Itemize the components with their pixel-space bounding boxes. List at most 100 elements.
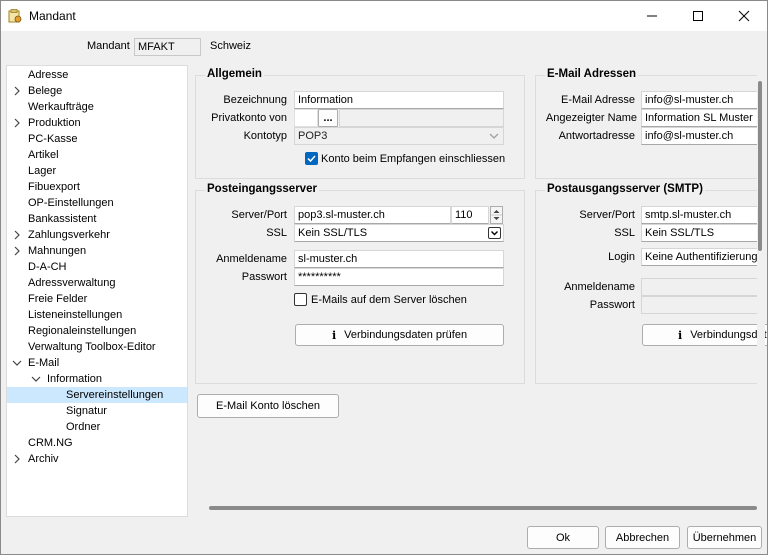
privatkonto-picker-button[interactable]: ... [318,109,338,127]
tree-item[interactable]: Fibuexport [28,179,80,195]
apply-button[interactable]: Übernehmen [687,526,762,549]
tree-item[interactable]: Belege [28,83,62,99]
tree-item[interactable]: D-A-CH [28,259,67,275]
postausgang-login-select[interactable]: Keine Authentifizierung [641,248,761,266]
tree-item[interactable]: Regionaleinstellungen [28,323,136,339]
chevron-right-icon[interactable] [12,451,22,467]
bezeichnung-input[interactable]: Information [294,91,504,109]
kontotyp-value: POP3 [298,130,328,142]
tree-item[interactable]: Produktion [28,115,81,131]
postausgang-anmeldename-input [641,278,761,296]
chevron-right-icon[interactable] [12,227,22,243]
postausgang-passwort-input [641,296,761,314]
vertical-scrollbar[interactable] [757,65,765,515]
window-title: Mandant [29,9,76,23]
tree-item[interactable]: Bankassistent [28,211,96,227]
loeschen-label: E-Mails auf dem Server löschen [311,294,467,306]
loeschen-checkbox[interactable] [294,293,307,306]
tree-item[interactable]: Freie Felder [28,291,87,307]
posteingang-pruefen-button[interactable]: i Verbindungsdaten prüfen [295,324,504,346]
posteingang-passwort-input[interactable]: ********** [294,268,504,286]
posteingang-title: Posteingangsserver [205,183,319,195]
tree-item[interactable]: Werkaufträge [28,99,94,115]
empfangen-checkbox[interactable] [305,152,318,165]
antwortadresse-label: Antwortadresse [558,130,635,142]
vertical-scrollbar-thumb[interactable] [758,81,762,251]
postausgang-server-label: Server/Port [579,209,635,221]
postausgang-ssl-select[interactable]: Kein SSL/TLS [641,224,761,242]
close-button[interactable] [721,1,767,31]
mandant-code-field: MFAKT [134,38,201,56]
info-icon: i [331,328,337,342]
posteingang-server-input[interactable]: pop3.sl-muster.ch [294,206,451,224]
port-spinner[interactable] [490,206,503,224]
chevron-right-icon[interactable] [12,243,22,259]
postausgang-passwort-label: Passwort [589,299,635,311]
privatkonto-label: Privatkonto von [211,112,287,124]
minimize-icon [647,15,657,17]
postausgang-title: Postausgangsserver (SMTP) [545,183,705,195]
spinner-arrows-icon [491,210,502,220]
posteingang-pruefen-label: Verbindungsdaten prüfen [344,329,468,341]
posteingang-anmeldename-input[interactable]: sl-muster.ch [294,250,504,268]
tree-item[interactable]: Lager [28,163,56,179]
checkmark-icon [307,155,316,163]
postausgang-server-input[interactable]: smtp.sl-muster.ch [641,206,761,224]
tree-item[interactable]: Servereinstellungen [66,387,163,403]
title-bar: Mandant [1,1,767,31]
posteingang-passwort-label: Passwort [241,271,287,283]
chevron-right-icon[interactable] [12,115,22,131]
tree-item[interactable]: Archiv [28,451,59,467]
bezeichnung-label: Bezeichnung [223,94,287,106]
postausgang-pruefen-button[interactable]: i Verbindungsdaten prüfen [642,324,767,346]
mandant-dialog: Mandant Mandant MFAKT Schweiz Adresse Bel… [0,0,768,555]
tree-item[interactable]: Listeneinstellungen [28,307,122,323]
tree-item[interactable]: Artikel [28,147,59,163]
posteingang-ssl-select[interactable]: Kein SSL/TLS [294,224,504,242]
kontotyp-select: POP3 [294,127,504,145]
cancel-button[interactable]: Abbrechen [605,526,680,549]
kontotyp-label: Kontotyp [243,130,287,142]
antwortadresse-input[interactable]: info@sl-muster.ch [641,127,761,145]
angezeigter-name-label: Angezeigter Name [545,112,637,124]
maximize-icon [693,11,703,21]
tree-item[interactable]: Signatur [66,403,107,419]
posteingang-server-label: Server/Port [231,209,287,221]
privatkonto-code[interactable] [294,109,318,127]
tree-item[interactable]: E-Mail [28,355,59,371]
horizontal-scrollbar-thumb[interactable] [209,506,757,510]
postausgang-login-label: Login [608,251,635,263]
chevron-down-icon[interactable] [12,355,22,371]
postausgang-anmeldename-label: Anmeldename [564,281,635,293]
tree-item[interactable]: Adresse [28,67,68,83]
settings-tree[interactable]: Adresse Belege Werkaufträge Produktion PC-Ka… [6,65,188,517]
tree-item[interactable]: Mahnungen [28,243,86,259]
maximize-button[interactable] [675,1,721,31]
tree-item[interactable]: Ordner [66,419,100,435]
ok-button[interactable]: Ok [527,526,599,549]
empfangen-label: Konto beim Empfangen einschliessen [321,153,506,165]
mandant-label: Mandant [87,40,130,52]
chevron-right-icon[interactable] [12,83,22,99]
tree-item[interactable]: Zahlungsverkehr [28,227,110,243]
mandant-name: Schweiz [210,40,251,52]
posteingang-ssl-label: SSL [266,227,287,239]
delete-account-button[interactable]: E-Mail Konto löschen [197,394,339,418]
minimize-button[interactable] [629,1,675,31]
tree-item[interactable]: Information [47,371,102,387]
chevron-down-icon[interactable] [31,371,41,387]
tree-item[interactable]: Verwaltung Toolbox-Editor [28,339,156,355]
posteingang-port-input[interactable]: 110 [451,206,489,224]
ssl-dropdown-button[interactable] [488,227,501,239]
tree-item[interactable]: CRM.NG [28,435,73,451]
email-adresse-input[interactable]: info@sl-muster.ch [641,91,761,109]
email-adresse-label: E-Mail Adresse [561,94,635,106]
chevron-down-icon [489,133,499,139]
tree-item[interactable]: OP-Einstellungen [28,195,114,211]
app-icon [8,9,22,23]
tree-item[interactable]: PC-Kasse [28,131,78,147]
postausgang-login-value: Keine Authentifizierung [645,251,758,263]
email-adressen-title: E-Mail Adressen [545,68,639,80]
angezeigter-name-input[interactable]: Information SL Muster [641,109,761,127]
tree-item[interactable]: Adressverwaltung [28,275,115,291]
